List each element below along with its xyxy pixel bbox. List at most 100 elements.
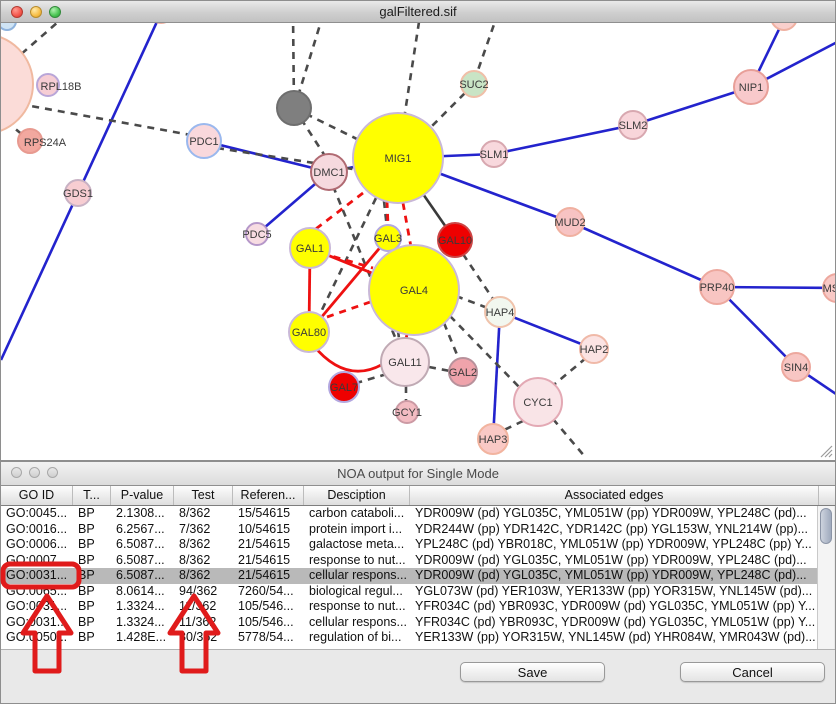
graph-node-label-GAL11: GAL11: [388, 357, 421, 369]
table-cell: regulation of bi...: [304, 630, 410, 646]
table-cell: YDR009W (pd) YGL035C, YML051W (pp) YDR00…: [410, 568, 819, 584]
column-header-3[interactable]: Test: [174, 486, 233, 505]
graph-node-label-SLM2: SLM2: [619, 120, 648, 132]
graph-edge: [550, 358, 586, 388]
table-row[interactable]: GO:0050...BP1.428E...80/3625778/54...reg…: [1, 630, 819, 646]
graph-node-label-HAP4: HAP4: [486, 307, 515, 319]
table-cell: BP: [73, 630, 111, 646]
graph-node-label-MUD2: MUD2: [554, 217, 585, 229]
graph-node-label-GDS1: GDS1: [63, 188, 93, 200]
column-header-2[interactable]: P-value: [111, 486, 174, 505]
table-cell: 6.2567...: [111, 522, 174, 538]
table-row[interactable]: GO:0045...BP2.1308...8/36215/54615carbon…: [1, 506, 819, 522]
network-canvas[interactable]: RPL18BRPS24AGDS1PDC1MIG1DMC1SUC2NIP1SLM2…: [1, 23, 835, 460]
table-cell: carbon cataboli...: [304, 506, 410, 522]
table-row[interactable]: GO:0065...BP8.0614...94/3627260/54...bio…: [1, 584, 819, 600]
graph-node-label-RPL18B: RPL18B: [41, 81, 82, 93]
table-cell: YDR009W (pd) YGL035C, YML051W (pp) YDR00…: [410, 506, 819, 522]
graph-window-title: galFiltered.sif: [379, 4, 456, 19]
table-cell: cellular respons...: [304, 615, 410, 631]
table-row[interactable]: GO:0016...BP6.2567...7/36210/54615protei…: [1, 522, 819, 538]
close-button[interactable]: [11, 6, 23, 18]
graph-edge: [404, 23, 421, 119]
table-row[interactable]: GO:0007...BP6.5087...8/36221/54615respon…: [1, 553, 819, 569]
column-header-5[interactable]: Desciption: [304, 486, 410, 505]
scrollbar-thumb[interactable]: [820, 508, 832, 544]
column-header-0[interactable]: GO ID: [1, 486, 73, 505]
graph-node-label-PRP40: PRP40: [700, 282, 735, 294]
table-cell: YGL073W (pd) YER103W, YER133W (pp) YOR31…: [410, 584, 819, 600]
table-cell: 1.3324...: [111, 599, 174, 615]
table-cell: BP: [73, 568, 111, 584]
save-button[interactable]: Save: [460, 662, 605, 682]
graph-window-titlebar[interactable]: galFiltered.sif: [1, 1, 835, 23]
table-cell: 105/546...: [233, 615, 304, 631]
table-cell: YFR034C (pd) YBR093C, YDR009W (pd) YGL03…: [410, 599, 819, 615]
table-cell: cellular respons...: [304, 568, 410, 584]
noa-window-titlebar[interactable]: NOA output for Single Mode: [1, 462, 835, 486]
column-header-1[interactable]: T...: [73, 486, 111, 505]
graph-node-tinyblue[interactable]: [1, 23, 16, 30]
table-cell: 8/362: [174, 568, 233, 584]
minimize-button[interactable]: [29, 467, 40, 478]
table-cell: 10/54615: [233, 522, 304, 538]
table-cell: 8/362: [174, 553, 233, 569]
vertical-scrollbar[interactable]: [817, 506, 834, 649]
zoom-button[interactable]: [47, 467, 58, 478]
graph-edge: [553, 419, 586, 458]
table-cell: 7/362: [174, 522, 233, 538]
table-row[interactable]: GO:0006...BP6.5087...8/36221/54615galact…: [1, 537, 819, 553]
table-cell: BP: [73, 537, 111, 553]
table-cell: GO:0065...: [1, 584, 73, 600]
graph-node-label-GAL80: GAL80: [292, 327, 326, 339]
graph-edge: [387, 201, 388, 225]
table-row[interactable]: GO:0031...BP6.5087...8/36221/54615cellul…: [1, 568, 819, 584]
column-header-4[interactable]: Referen...: [233, 486, 304, 505]
table-cell: 7260/54...: [233, 584, 304, 600]
table-cell: YPL248C (pd) YBR018C, YML051W (pp) YDR00…: [410, 537, 819, 553]
table-cell: 1.428E...: [111, 630, 174, 646]
graph-node-label-DMC1: DMC1: [313, 167, 344, 179]
graph-window: galFiltered.sif RPL18BRPS24AGDS1PDC1MIG1…: [0, 0, 836, 461]
graph-node-label-GAL2: GAL2: [449, 367, 477, 379]
table-cell: GO:0045...: [1, 506, 73, 522]
graph-node-label-RPS24A: RPS24A: [24, 137, 67, 149]
table-body: GO:0045...BP2.1308...8/36215/54615carbon…: [1, 506, 819, 649]
close-button[interactable]: [11, 467, 22, 478]
table-cell: 8/362: [174, 537, 233, 553]
graph-node-bignode[interactable]: [1, 34, 33, 134]
resize-grip[interactable]: [820, 445, 833, 458]
table-cell: response to nut...: [304, 553, 410, 569]
table-cell: 2.1308...: [111, 506, 174, 522]
graph-edge: [299, 23, 323, 93]
graph-node-gray-node[interactable]: [277, 91, 311, 125]
table-cell: protein import i...: [304, 522, 410, 538]
graph-edge: [504, 421, 523, 430]
minimize-button[interactable]: [30, 6, 42, 18]
table-cell: BP: [73, 522, 111, 538]
table-cell: BP: [73, 506, 111, 522]
table-cell: 11/362: [174, 615, 233, 631]
table-row[interactable]: GO:0031...BP1.3324...11/362105/546...cel…: [1, 615, 819, 631]
window-controls-inactive: [11, 467, 58, 478]
zoom-button[interactable]: [49, 6, 61, 18]
table-row[interactable]: GO:0031...BP1.3324...11/362105/546...res…: [1, 599, 819, 615]
graph-node-top-pink-2[interactable]: [771, 23, 797, 30]
graph-edge: [403, 203, 411, 247]
graph-edge: [463, 254, 493, 299]
table-cell: GO:0006...: [1, 537, 73, 553]
graph-node-label-GAL3: GAL3: [374, 233, 402, 245]
button-panel: Save Cancel: [1, 649, 835, 703]
graph-edge: [633, 87, 751, 125]
graph-node-label-HAP3: HAP3: [479, 434, 508, 446]
table-cell: 6.5087...: [111, 553, 174, 569]
graph-edge: [444, 323, 460, 362]
column-header-6[interactable]: Associated edges: [410, 486, 819, 505]
table-cell: GO:0007...: [1, 553, 73, 569]
graph-edge: [456, 296, 485, 307]
table-cell: BP: [73, 584, 111, 600]
cancel-button[interactable]: Cancel: [680, 662, 825, 682]
graph-node-label-NIP1: NIP1: [739, 82, 763, 94]
table-cell: galactose meta...: [304, 537, 410, 553]
table-cell: GO:0031...: [1, 568, 73, 584]
